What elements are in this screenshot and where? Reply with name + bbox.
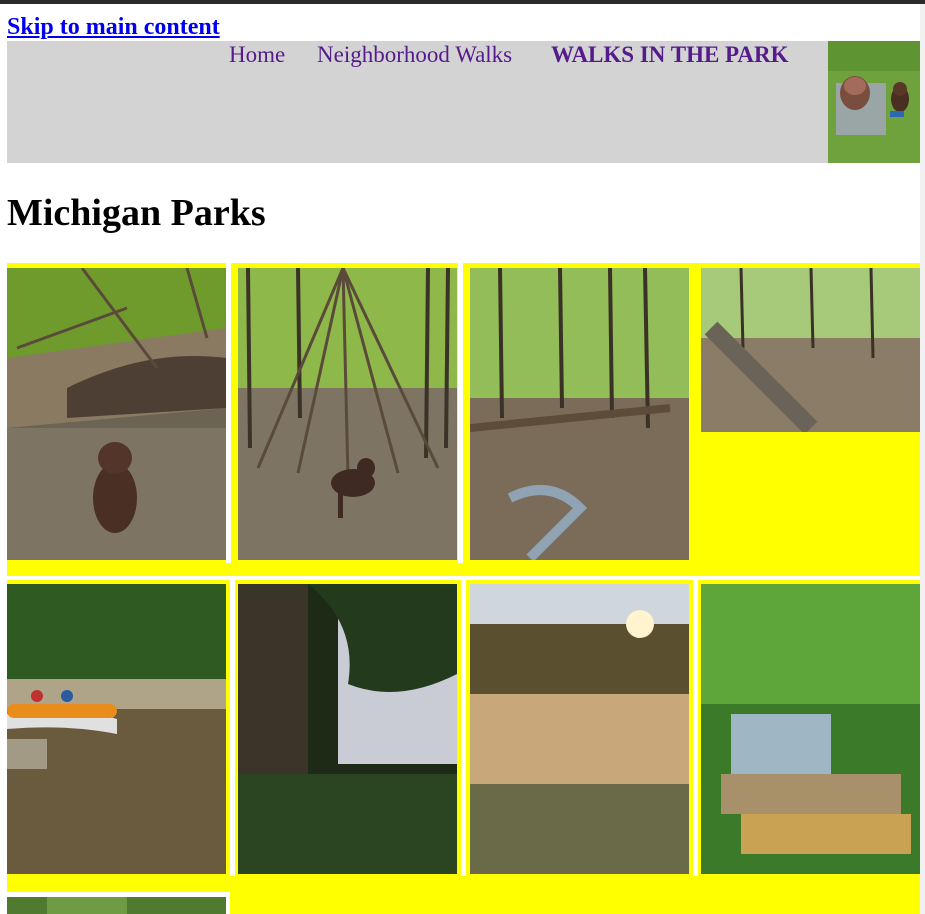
gallery-gutter [226, 263, 231, 563]
photo-dog-by-teepee[interactable] [238, 268, 457, 560]
site-header: Home Neighborhood Walks WALKS IN THE PAR… [7, 41, 920, 163]
nav-link-home[interactable]: Home [229, 41, 285, 69]
photo-forest-creek[interactable] [470, 268, 689, 560]
page-title: Michigan Parks [7, 192, 266, 234]
photo-fallen-log[interactable] [701, 268, 920, 432]
browser-top-bar [0, 0, 925, 4]
gallery-gutter [693, 576, 698, 876]
gallery-gutter [458, 263, 463, 563]
gallery-gutter [230, 576, 235, 876]
scrollbar[interactable] [920, 4, 925, 914]
nav-link-neighborhood-walks[interactable]: Neighborhood Walks [317, 41, 512, 69]
photo-forest-partial[interactable] [7, 897, 226, 914]
photo-gallery [7, 263, 920, 914]
photo-tree-by-lake[interactable] [238, 584, 457, 874]
skip-to-main-link[interactable]: Skip to main content [7, 12, 220, 42]
main-nav: Home Neighborhood Walks WALKS IN THE PAR… [7, 41, 828, 71]
header-dog-photo [828, 41, 920, 163]
photo-kayaks-on-river[interactable] [7, 584, 226, 874]
nav-link-walks-in-the-park[interactable]: WALKS IN THE PARK [551, 41, 789, 69]
photo-misty-river-sunrise[interactable] [470, 584, 689, 874]
gallery-gutter [461, 576, 466, 876]
photo-waterfall[interactable] [701, 584, 920, 874]
photo-dog-by-creek[interactable] [7, 268, 226, 560]
